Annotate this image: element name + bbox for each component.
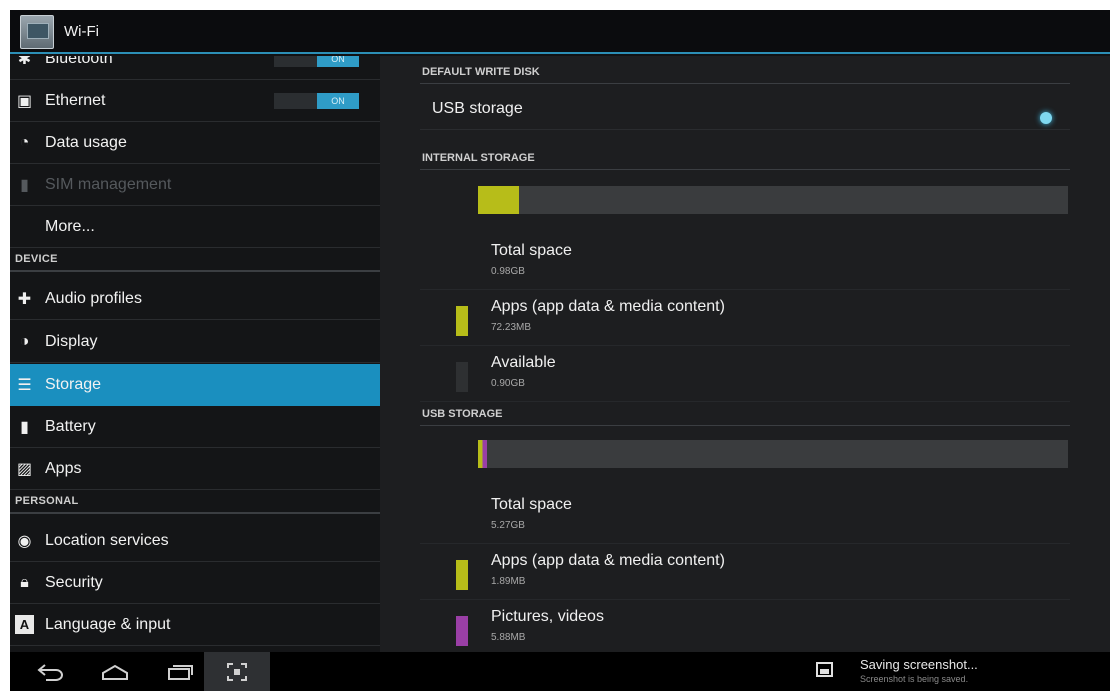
sidebar-item-location-services[interactable]: ◉ Location services [10,520,380,562]
usb-storage-usage-bar [478,440,1068,468]
internal-available-item[interactable]: Available 0.90GB [420,348,1070,402]
sidebar-item-bluetooth[interactable]: ✱ Bluetooth ON [10,56,380,80]
usb-storage-used-fill [478,440,487,468]
bluetooth-toggle[interactable]: ON [274,56,359,67]
settings-app-icon[interactable] [20,15,54,49]
sim-icon: ▮ [20,176,29,194]
sidebar-item-label: SIM management [45,176,172,193]
available-color-swatch [456,362,468,392]
sidebar-item-label: Location services [45,532,169,549]
internal-storage-usage-bar [478,186,1068,214]
storage-detail-pane: DEFAULT WRITE DISK USB storage INTERNAL … [380,56,1110,652]
image-icon [816,662,833,677]
sidebar-item-label: Apps [45,460,82,477]
location-icon: ◉ [17,532,32,550]
home-icon [102,664,128,680]
internal-storage-header: INTERNAL STORAGE [420,148,1070,170]
screenshot-notification[interactable]: Saving screenshot... Screenshot is being… [816,656,1110,688]
sidebar-item-more[interactable]: More... [10,206,380,248]
sidebar-item-label: More... [45,218,95,235]
action-bar-title: Wi-Fi [64,23,99,40]
data-usage-icon: ◔ [19,133,30,151]
internal-storage-used-fill [478,186,520,214]
usb-apps-item[interactable]: Apps (app data & media content) 1.89MB [420,546,1070,600]
usb-storage-radio[interactable] [1040,112,1052,124]
sidebar-item-label: Language & input [45,616,171,633]
apps-color-swatch [456,560,468,590]
apps-color-swatch [456,306,468,336]
storage-icon: ☰ [17,376,32,394]
sidebar-item-ethernet[interactable]: ▣ Ethernet ON [10,80,380,122]
ethernet-icon: ▣ [16,92,33,110]
section-personal: PERSONAL [10,490,380,514]
internal-total-space-item[interactable]: Total space 0.98GB [420,236,1070,290]
tablet-screen: Wi-Fi ✱ Bluetooth ON ▣ Ethernet ON ◔ Dat… [10,10,1110,691]
sidebar-item-security[interactable]: 🔒︎ Security [10,562,380,604]
system-navigation-bar: Saving screenshot... Screenshot is being… [10,652,1110,691]
usb-storage-header: USB STORAGE [420,404,1070,426]
sidebar-item-data-usage[interactable]: ◔ Data usage [10,122,380,164]
internal-apps-item[interactable]: Apps (app data & media content) 72.23MB [420,292,1070,346]
sidebar-item-language-input[interactable]: A Language & input [10,604,380,646]
sidebar-item-label: Storage [45,376,102,393]
usb-total-space-item[interactable]: Total space 5.27GB [420,490,1070,544]
apps-icon: ▨ [16,460,33,478]
recent-apps-icon [168,664,193,680]
action-bar: Wi-Fi [10,10,1110,54]
pictures-color-swatch [456,616,468,646]
sidebar-item-audio-profiles[interactable]: ✚ Audio profiles [10,278,380,320]
sidebar-item-display[interactable]: ◑ Display [10,321,380,363]
back-button[interactable] [30,652,70,691]
sidebar-item-storage[interactable]: ☰ Storage [10,364,380,406]
default-write-disk-header: DEFAULT WRITE DISK [420,62,1070,84]
default-write-disk-usb-option[interactable]: USB storage [420,86,1070,130]
notification-subtitle: Screenshot is being saved. [860,674,969,684]
sidebar-item-sim-management: ▮ SIM management [10,164,380,206]
screenshot-button[interactable] [204,652,270,691]
lock-icon: 🔒︎ [20,573,29,591]
usb-pictures-videos-item[interactable]: Pictures, videos 5.88MB [420,602,1070,652]
display-icon: ◑ [19,332,30,350]
battery-icon: ▮ [20,418,29,436]
screenshot-icon [227,662,247,681]
sidebar-item-label: Battery [45,418,96,435]
settings-list: ✱ Bluetooth ON ▣ Ethernet ON ◔ Data usag… [10,56,380,652]
sidebar-item-label: Bluetooth [45,56,113,67]
sidebar-item-label: Audio profiles [45,290,142,307]
notification-title: Saving screenshot... [860,657,978,672]
sidebar-item-label: Security [45,574,103,591]
sidebar-item-battery[interactable]: ▮ Battery [10,406,380,448]
sidebar-item-label: Data usage [45,134,127,151]
recent-apps-button[interactable] [160,652,200,691]
language-icon: A [15,615,34,634]
section-device: DEVICE [10,248,380,272]
home-button[interactable] [95,652,135,691]
bluetooth-icon: ✱ [17,56,32,68]
ethernet-toggle[interactable]: ON [274,93,359,109]
back-icon [37,663,63,681]
sidebar-item-label: Ethernet [45,92,106,109]
audio-icon: ✚ [17,290,32,308]
sidebar-item-label: Display [45,333,98,350]
sidebar-item-apps[interactable]: ▨ Apps [10,448,380,490]
